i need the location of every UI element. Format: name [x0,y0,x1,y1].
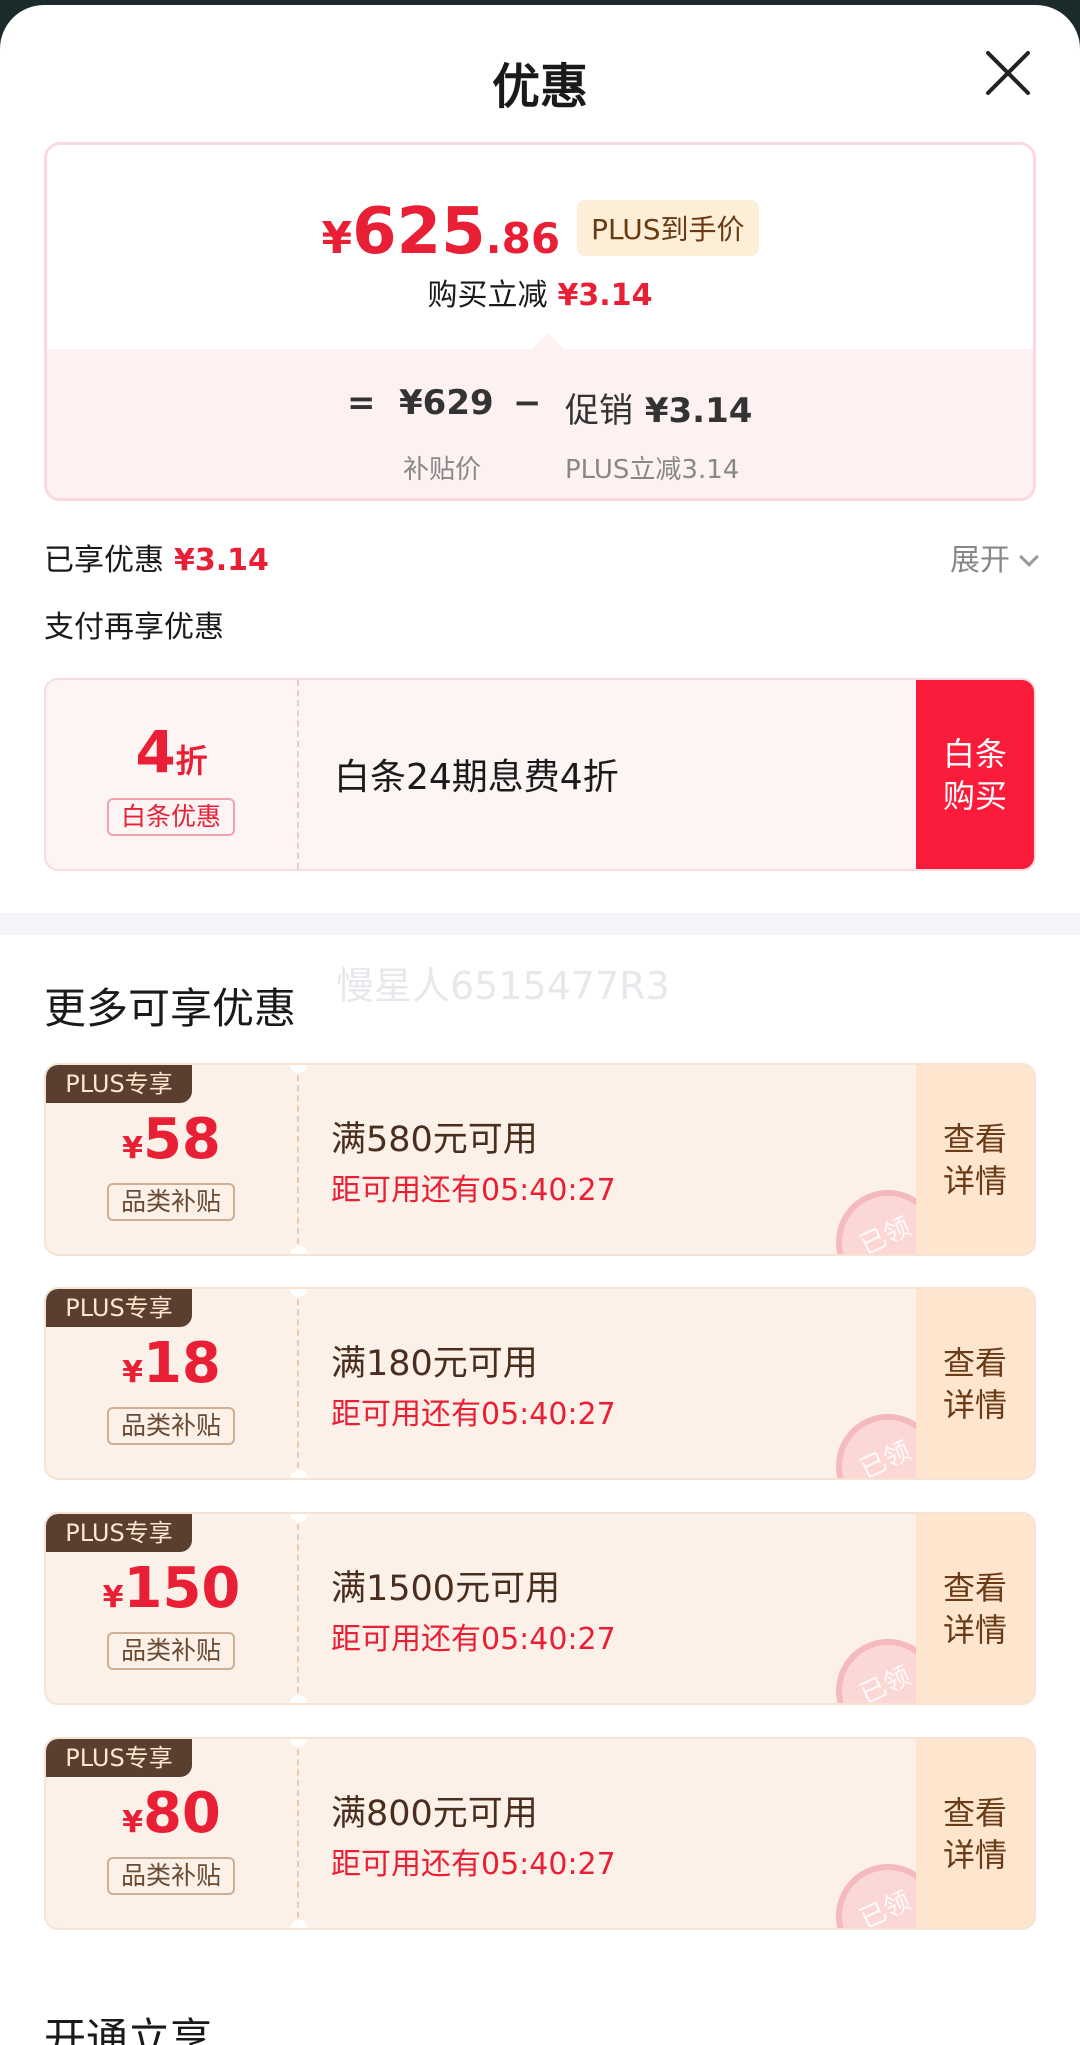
coupon-card: ¥80 品类补贴 PLUS专享 满800元可用 距可用还有05:40:27 已领 查看详情 [44,1737,1036,1930]
coupon-yen: ¥ [122,1131,143,1166]
expand-label: 展开 [950,543,1010,578]
sheet-header: 优惠 [0,5,1080,140]
coupon-value: 80 [142,1781,221,1846]
reduce-label: 购买立减 [427,278,548,313]
coupon-details-button[interactable]: 查看详情 [916,1289,1034,1478]
coupon-card: ¥58 品类补贴 PLUS专享 满580元可用 距可用还有05:40:27 已领 查看详情 [44,1063,1036,1256]
ticket-notch [290,1920,308,1928]
formula-promo: 促销 ¥3.14 [565,383,752,432]
coupon-details-button[interactable]: 查看详情 [916,1065,1034,1254]
final-price-dec: .86 [485,214,561,263]
close-icon [986,51,1030,95]
final-price-yen: ¥ [321,213,353,264]
section-divider [0,913,1080,935]
plus-price-tag: PLUS到手价 [577,200,759,256]
baitiao-rate: 4折 [46,718,297,786]
coupon-category-badge: 品类补贴 [107,1183,235,1221]
baitiao-buy-button[interactable]: 白条购买 [916,680,1034,869]
coupon-category-badge: 品类补贴 [107,1632,235,1670]
coupon-card: ¥18 品类补贴 PLUS专享 满180元可用 距可用还有05:40:27 已领 查看详情 [44,1287,1036,1480]
price-formula-area: = ¥629 − 促销 ¥3.14 补贴价 PLUS立减3.14 [47,349,1033,498]
baitiao-description: 白条24期息费4折 [334,757,619,798]
baitiao-rate-unit: 折 [175,742,208,780]
reduce-amount: ¥3.14 [557,278,653,313]
coupon-amount: ¥150 [46,1556,297,1621]
coupon-condition: 满180元可用 [331,1344,538,1384]
coupon-countdown: 距可用还有05:40:27 [331,1397,616,1432]
coupon-details-button[interactable]: 查看详情 [916,1739,1034,1928]
coupon-amount: ¥80 [46,1781,297,1846]
formula-equals: = [347,383,376,423]
final-price: ¥625.86 [321,195,560,269]
formula-base-price: ¥629 [399,383,494,423]
coupon-amount: ¥58 [46,1107,297,1172]
final-price-int: 625 [352,195,486,269]
coupon-yen: ¥ [102,1580,124,1615]
formula-base-label: 补贴价 [403,455,482,485]
coupon-details-button[interactable]: 查看详情 [916,1514,1034,1703]
coupon-value: 58 [142,1107,221,1172]
coupon-amount: ¥18 [46,1331,297,1396]
chevron-down-icon [1019,547,1039,567]
coupon-yen: ¥ [122,1355,143,1390]
coupon-condition: 满800元可用 [331,1794,538,1834]
enjoyed-label: 已享优惠 [44,543,164,578]
ticket-notch [290,1246,308,1254]
coupon-countdown: 距可用还有05:40:27 [331,1622,616,1657]
baitiao-left: 4折 白条优惠 [46,680,299,869]
formula-promo-amount: ¥3.14 [644,391,753,431]
coupon-card: ¥150 品类补贴 PLUS专享 满1500元可用 距可用还有05:40:27 已领 查看详… [44,1512,1036,1705]
sheet-title: 优惠 [491,59,588,115]
open-section-title: 开通立享 [44,2014,213,2045]
baitiao-type-badge: 白条优惠 [107,798,235,836]
more-discounts-title: 更多可享优惠 [44,984,297,1033]
coupon-yen: ¥ [122,1805,143,1840]
ticket-notch [290,1695,308,1703]
plus-exclusive-tag: PLUS专享 [46,1289,192,1327]
formula-promo-sub: PLUS立减3.14 [565,455,740,485]
enjoyed-amount: ¥3.14 [174,543,269,578]
coupon-condition: 满1500元可用 [331,1569,561,1609]
coupon-countdown: 距可用还有05:40:27 [331,1173,616,1208]
close-button[interactable] [980,45,1036,101]
coupon-condition: 满580元可用 [331,1120,538,1160]
notch-arrow [532,333,564,349]
coupon-countdown: 距可用还有05:40:27 [331,1847,616,1882]
price-formula: = ¥629 − 促销 ¥3.14 补贴价 PLUS立减3.14 [47,383,1033,485]
coupon-value: 150 [123,1556,241,1621]
price-top: ¥625.86 PLUS到手价 购买立减 ¥3.14 [47,145,1033,345]
baitiao-rate-num: 4 [135,718,176,786]
coupon-value: 18 [142,1331,221,1396]
formula-minus: − [513,383,542,423]
coupon-category-badge: 品类补贴 [107,1407,235,1445]
coupon-category-badge: 品类补贴 [107,1857,235,1895]
price-summary-card: ¥625.86 PLUS到手价 购买立减 ¥3.14 = ¥629 − 促销 ¥3… [44,142,1036,501]
expand-button[interactable]: 展开 [950,535,1039,579]
plus-exclusive-tag: PLUS专享 [46,1514,192,1552]
plus-exclusive-tag: PLUS专享 [46,1065,192,1103]
enjoyed-discount: 已享优惠 ¥3.14 [44,535,269,579]
reduce-row: 购买立减 ¥3.14 [47,270,1033,314]
discount-sheet: 优惠 ¥625.86 PLUS到手价 购买立减 ¥3.14 = ¥629 − 促销 [0,5,1080,2045]
formula-promo-label: 促销 [565,391,633,431]
watermark: 慢星人6515477R3 [336,964,670,1008]
baitiao-card: 4折 白条优惠 白条24期息费4折 白条购买 [44,678,1036,871]
plus-exclusive-tag: PLUS专享 [46,1739,192,1777]
ticket-notch [290,1470,308,1478]
pay-more-label: 支付再享优惠 [44,610,224,645]
final-price-row: ¥625.86 PLUS到手价 [47,195,1033,269]
